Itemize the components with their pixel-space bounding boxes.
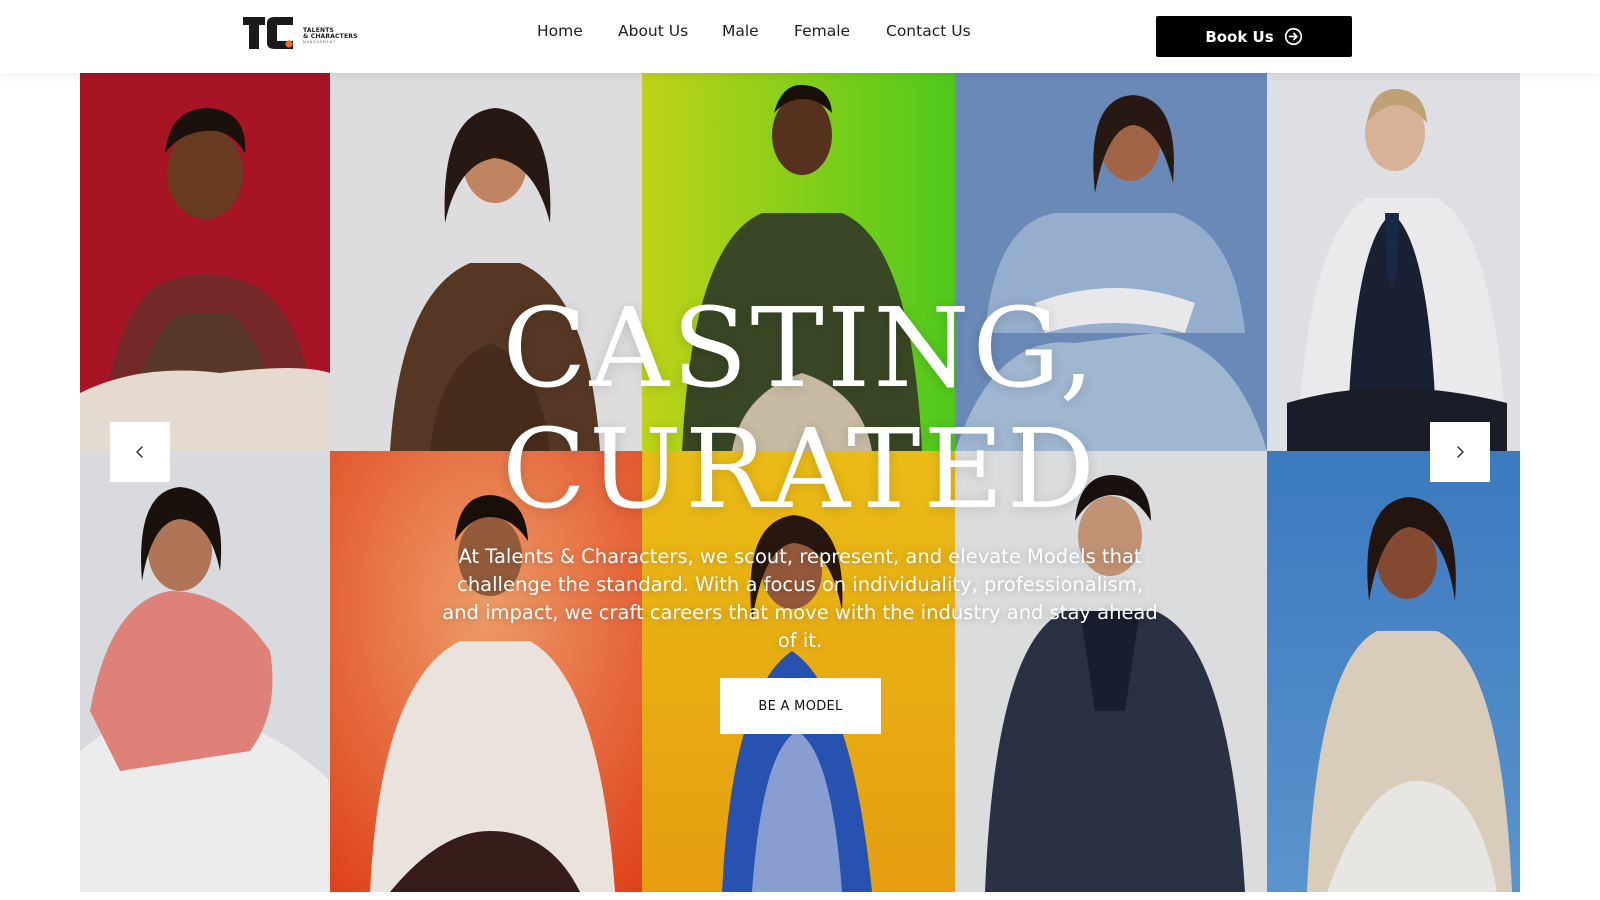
nav-male[interactable]: Male	[722, 22, 759, 40]
tc-logo-icon	[243, 17, 293, 49]
logo[interactable]: TALENTS & CHARACTERS MANAGEMENT	[243, 17, 358, 49]
logo-wordmark: TALENTS & CHARACTERS MANAGEMENT	[303, 28, 358, 45]
logo-line-management: MANAGEMENT	[303, 40, 337, 44]
chevron-left-icon	[136, 446, 143, 458]
chevron-right-icon	[1457, 446, 1464, 458]
nav-female[interactable]: Female	[794, 22, 850, 40]
nav-home[interactable]: Home	[537, 22, 583, 40]
hero-title-line-2: CURATED	[502, 405, 1098, 533]
book-us-button[interactable]: Book Us	[1156, 16, 1352, 57]
nav-about-us[interactable]: About Us	[618, 22, 688, 40]
nav-contact-us[interactable]: Contact Us	[886, 22, 971, 40]
be-a-model-button[interactable]: BE A MODEL	[720, 678, 881, 734]
carousel-prev-button[interactable]	[110, 422, 170, 482]
hero-title-line-1: CASTING,	[502, 284, 1098, 412]
site-header: TALENTS & CHARACTERS MANAGEMENT Home Abo…	[0, 0, 1600, 73]
hero-description: At Talents & Characters, we scout, repre…	[442, 545, 1158, 652]
carousel-next-button[interactable]	[1430, 422, 1490, 482]
book-us-label: Book Us	[1205, 27, 1274, 46]
arrow-circle-right-icon	[1284, 27, 1302, 46]
